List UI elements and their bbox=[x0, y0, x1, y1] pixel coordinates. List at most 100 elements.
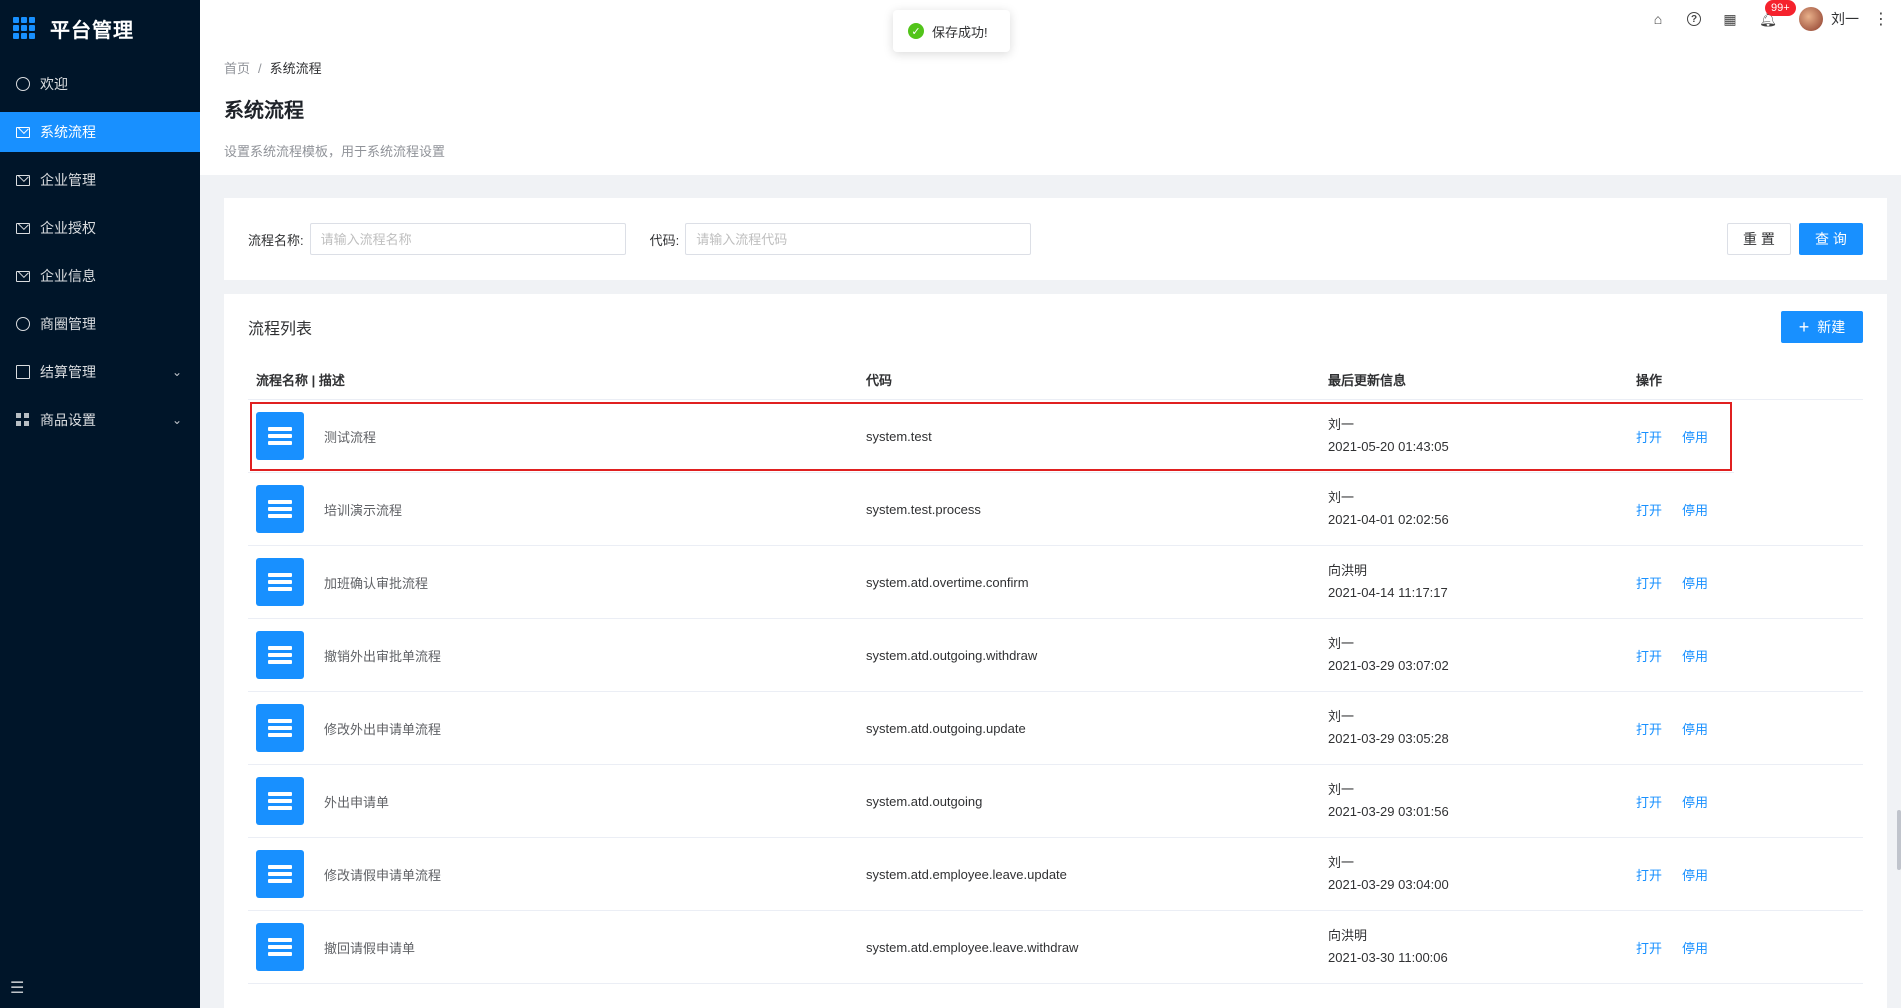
row-updated-cell: 刘一 2021-03-29 03:01:56 bbox=[1328, 779, 1636, 823]
flow-name-label: 流程名称: bbox=[248, 232, 304, 248]
new-flow-label: 新建 bbox=[1817, 319, 1846, 335]
help-icon[interactable]: ? bbox=[1687, 12, 1701, 26]
row-actions-cell: 打开 停用 bbox=[1636, 500, 1863, 519]
sidebar-item-label: 系统流程 bbox=[40, 124, 96, 140]
check-circle-icon: ✓ bbox=[908, 23, 924, 39]
chevron-down-icon: ⌄ bbox=[171, 365, 182, 379]
row-actions-cell: 打开 停用 bbox=[1636, 865, 1863, 884]
column-header-actions: 操作 bbox=[1636, 373, 1663, 388]
chevron-down-icon: ⌄ bbox=[171, 413, 182, 427]
sidebar: 平台管理 欢迎 系统流程 企业管理 企业授权 企业信息 商圈管理 结算管理 ⌄ … bbox=[0, 0, 200, 1008]
column-header-code: 代码 bbox=[866, 373, 893, 388]
row-actions-cell: 打开 停用 bbox=[1636, 719, 1863, 738]
sidebar-item-system-flow[interactable]: 系统流程 bbox=[0, 112, 200, 152]
avatar[interactable] bbox=[1799, 7, 1823, 31]
flow-list-icon bbox=[256, 704, 304, 752]
flow-name: 加班确认审批流程 bbox=[324, 575, 429, 591]
flow-code: system.atd.overtime.confirm bbox=[866, 574, 1029, 590]
flow-name-input[interactable] bbox=[309, 223, 626, 255]
mail-icon bbox=[16, 222, 30, 234]
open-link[interactable]: 打开 bbox=[1636, 795, 1662, 810]
table-row: 修改请假申请单流程 system.atd.employee.leave.updat… bbox=[248, 838, 1863, 911]
breadcrumb-separator: / bbox=[258, 61, 262, 76]
flow-code: system.atd.outgoing.update bbox=[866, 720, 1026, 736]
flow-name: 修改外出申请单流程 bbox=[324, 721, 442, 737]
sidebar-item-label: 商圈管理 bbox=[40, 316, 96, 332]
logo[interactable]: 平台管理 bbox=[0, 0, 200, 56]
disable-link[interactable]: 停用 bbox=[1682, 795, 1708, 810]
plus-icon: + bbox=[1798, 317, 1810, 337]
flow-code-label: 代码: bbox=[649, 232, 680, 248]
mail-icon bbox=[16, 126, 30, 138]
sidebar-item-label: 欢迎 bbox=[40, 76, 68, 92]
open-link[interactable]: 打开 bbox=[1636, 722, 1662, 737]
flow-code: system.atd.employee.leave.update bbox=[866, 866, 1067, 882]
row-name-cell: 撤销外出审批单流程 bbox=[248, 631, 866, 679]
bell-icon[interactable]: 🔔︎ 99+ bbox=[1759, 0, 1796, 28]
disable-link[interactable]: 停用 bbox=[1682, 430, 1708, 445]
table-row: 撤销外出审批单流程 system.atd.outgoing.withdraw 刘一 2… bbox=[248, 619, 1863, 692]
row-name-cell: 培训演示流程 bbox=[248, 485, 866, 533]
updated-by: 刘一 bbox=[1328, 490, 1355, 505]
reset-button[interactable]: 重 置 bbox=[1727, 223, 1791, 255]
open-link[interactable]: 打开 bbox=[1636, 430, 1662, 445]
sidebar-item-welcome[interactable]: 欢迎 bbox=[0, 64, 200, 104]
home-icon[interactable]: ⌂ bbox=[1649, 10, 1667, 28]
disable-link[interactable]: 停用 bbox=[1682, 503, 1708, 518]
compass-icon bbox=[16, 317, 30, 331]
updated-time: 2021-04-01 02:02:56 bbox=[1328, 512, 1449, 527]
list-title: 流程列表 bbox=[248, 321, 313, 338]
row-updated-cell: 向洪明 2021-04-14 11:17:17 bbox=[1328, 560, 1636, 604]
disable-link[interactable]: 停用 bbox=[1682, 941, 1708, 956]
query-button[interactable]: 查 询 bbox=[1799, 223, 1863, 255]
open-link[interactable]: 打开 bbox=[1636, 576, 1662, 591]
table-row: 培训演示流程 system.test.process 刘一 2021-04-01 02… bbox=[248, 473, 1863, 546]
table-row: 加班确认审批流程 system.atd.overtime.confirm 向洪明 20… bbox=[248, 546, 1863, 619]
row-name-cell: 修改请假申请单流程 bbox=[248, 850, 866, 898]
updated-by: 向洪明 bbox=[1328, 563, 1368, 578]
table-row: 测试流程 system.test 刘一 2021-05-20 01:43:05 打开 停用 bbox=[248, 400, 1734, 473]
new-flow-button[interactable]: + 新建 bbox=[1781, 311, 1863, 343]
page-scrollbar[interactable] bbox=[1897, 810, 1901, 870]
open-link[interactable]: 打开 bbox=[1636, 941, 1662, 956]
flow-code-input[interactable] bbox=[685, 223, 1032, 255]
sidebar-item-label: 企业管理 bbox=[40, 172, 96, 188]
disable-link[interactable]: 停用 bbox=[1682, 868, 1708, 883]
notification-badge: 99+ bbox=[1765, 0, 1796, 16]
sidebar-item-product-settings[interactable]: 商品设置 ⌄ bbox=[0, 400, 200, 440]
disable-link[interactable]: 停用 bbox=[1682, 722, 1708, 737]
row-updated-cell: 刘一 2021-05-20 01:43:05 bbox=[1328, 414, 1636, 458]
sidebar-item-enterprise-management[interactable]: 企业管理 bbox=[0, 160, 200, 200]
sidebar-item-enterprise-authorization[interactable]: 企业授权 bbox=[0, 208, 200, 248]
apps-grid-icon[interactable]: ▦ bbox=[1721, 10, 1739, 28]
disable-link[interactable]: 停用 bbox=[1682, 649, 1708, 664]
success-toast: ✓ 保存成功! bbox=[893, 10, 1010, 52]
row-actions-cell: 打开 停用 bbox=[1636, 427, 1734, 446]
sidebar-item-settlement[interactable]: 结算管理 ⌄ bbox=[0, 352, 200, 392]
sidebar-item-business-district[interactable]: 商圈管理 bbox=[0, 304, 200, 344]
menu-fold-icon[interactable]: ☰ bbox=[10, 978, 24, 998]
breadcrumb-home[interactable]: 首页 bbox=[224, 61, 250, 76]
row-updated-cell: 刘一 2021-03-29 03:07:02 bbox=[1328, 633, 1636, 677]
top-header: ⌂ ? ▦ 🔔︎ 99+ 刘一 ⋮ bbox=[200, 0, 1901, 38]
disable-link[interactable]: 停用 bbox=[1682, 576, 1708, 591]
row-actions-cell: 打开 停用 bbox=[1636, 792, 1863, 811]
username[interactable]: 刘一 bbox=[1831, 9, 1859, 29]
row-actions-cell: 打开 停用 bbox=[1636, 646, 1863, 665]
sidebar-item-enterprise-info[interactable]: 企业信息 bbox=[0, 256, 200, 296]
row-name-cell: 修改外出申请单流程 bbox=[248, 704, 866, 752]
row-actions-cell: 打开 停用 bbox=[1636, 938, 1863, 957]
page-header: 首页 / 系统流程 系统流程 设置系统流程模板，用于系统流程设置 bbox=[200, 38, 1901, 175]
open-link[interactable]: 打开 bbox=[1636, 649, 1662, 664]
toast-message: 保存成功! bbox=[932, 24, 988, 40]
open-link[interactable]: 打开 bbox=[1636, 868, 1662, 883]
row-actions-cell: 打开 停用 bbox=[1636, 573, 1863, 592]
flow-list-icon bbox=[256, 923, 304, 971]
row-name-cell: 撤回请假申请单 bbox=[248, 923, 866, 971]
updated-by: 向洪明 bbox=[1328, 928, 1368, 943]
table-row: 外出申请单 system.atd.outgoing 刘一 2021-03-29 03:… bbox=[248, 765, 1863, 838]
more-vertical-icon[interactable]: ⋮ bbox=[1873, 9, 1889, 29]
row-name-cell: 外出申请单 bbox=[248, 777, 866, 825]
breadcrumb-current: 系统流程 bbox=[269, 61, 322, 76]
open-link[interactable]: 打开 bbox=[1636, 503, 1662, 518]
